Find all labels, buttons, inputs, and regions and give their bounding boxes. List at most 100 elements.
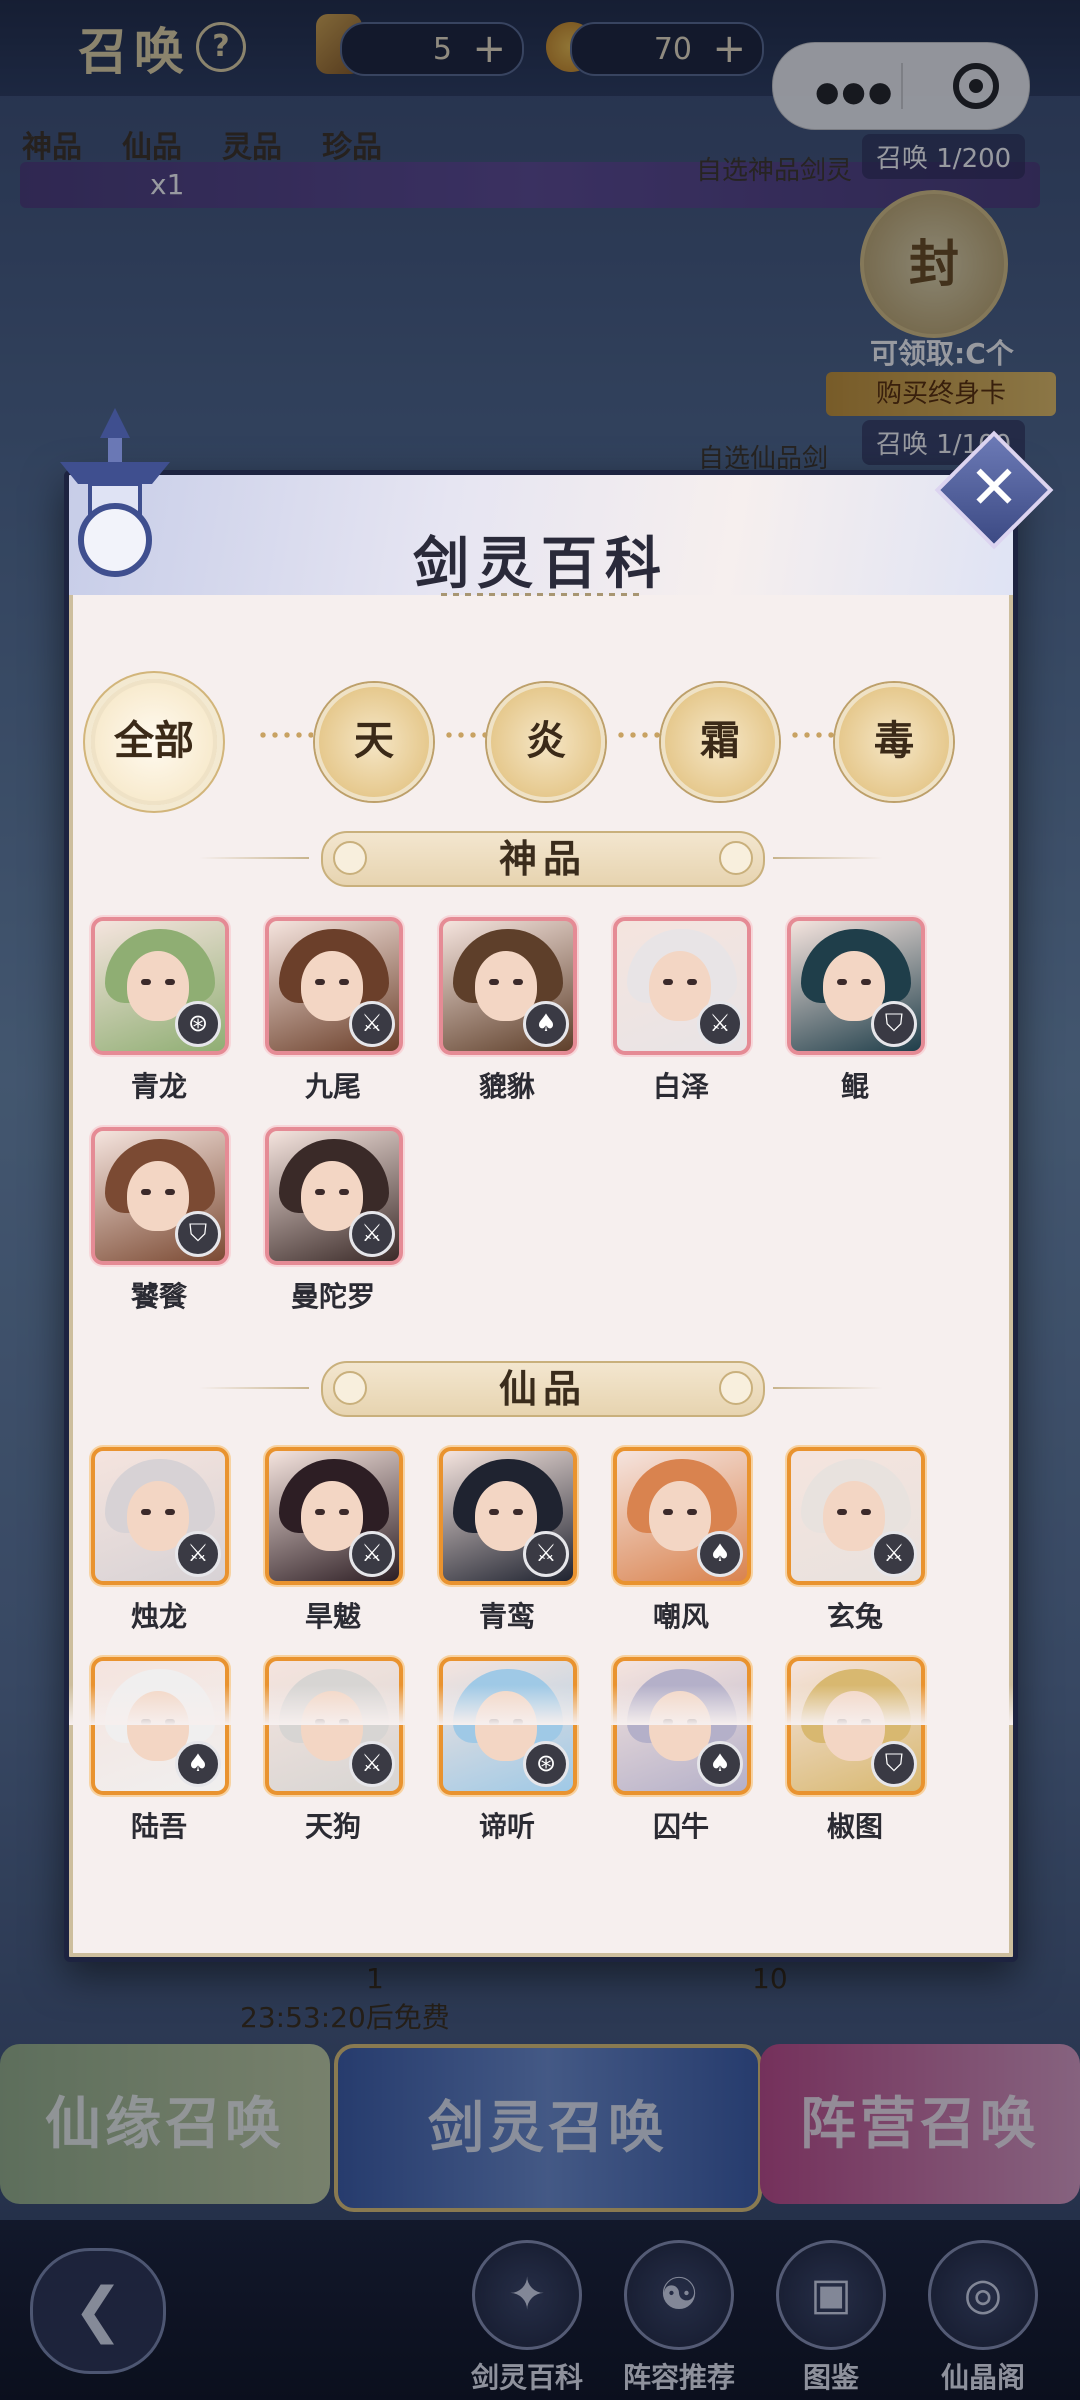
spirit-name: 旱魃 (304, 1600, 361, 1633)
portrait-eye (141, 1189, 151, 1195)
spirit-card[interactable]: ⛉ 饕餮 (91, 1127, 229, 1315)
spirit-portrait: ♠ (613, 1447, 751, 1585)
spirit-name: 囚牛 (652, 1810, 709, 1843)
element-badge-icon: ⛉ (871, 1001, 917, 1047)
spirit-portrait: ⚔ (787, 1447, 925, 1585)
element-badge-icon: ⚔ (871, 1531, 917, 1577)
spirit-card[interactable]: ⚔ 白泽 (613, 917, 751, 1105)
spirit-name: 九尾 (304, 1070, 361, 1103)
spirit-card[interactable]: ⚔ 旱魃 (265, 1447, 403, 1635)
element-badge-icon: ⚔ (697, 1001, 743, 1047)
portrait-eye (339, 1189, 349, 1195)
portrait-eye (141, 1509, 151, 1515)
encyclopedia-modal: 剑灵百科 全部 天 炎 霜 毒 神品 ⊛ 青龙 ⚔ 九尾 ♠ 貔貅 ⚔ 白泽 ⛉ 鲲 ⛉ 饕餮 ⚔ 曼陀罗仙… (64, 470, 1018, 1962)
filter-connector (257, 731, 313, 739)
spirit-card[interactable]: ♠ 貔貅 (439, 917, 577, 1105)
element-badge-icon: ⊛ (523, 1741, 569, 1787)
spirit-name: 天狗 (304, 1810, 361, 1843)
scroll-fade (69, 1685, 1013, 1725)
element-badge-icon: ♠ (523, 1001, 569, 1047)
spirit-name: 鲲 (840, 1070, 869, 1103)
filter-frost[interactable]: 霜 (661, 683, 779, 801)
section-knob-icon (333, 1371, 367, 1405)
spirit-portrait: ⚔ (265, 1127, 403, 1265)
spirit-portrait: ⛉ (787, 917, 925, 1055)
filter-poison[interactable]: 毒 (835, 683, 953, 801)
element-badge-icon: ⚔ (349, 1741, 395, 1787)
spirit-card[interactable]: ⚔ 曼陀罗 (265, 1127, 403, 1315)
filter-heaven[interactable]: 天 (315, 683, 433, 801)
spirit-name: 谛听 (478, 1810, 535, 1843)
section-header: 仙品 (69, 1357, 1013, 1417)
element-badge-icon: ♠ (697, 1531, 743, 1577)
portrait-eye (315, 979, 325, 985)
spirit-card[interactable]: ♠ 嘲风 (613, 1447, 751, 1635)
spirit-portrait: ⚔ (265, 1447, 403, 1585)
spirit-portrait: ♠ (439, 917, 577, 1055)
spirit-name: 白泽 (652, 1070, 709, 1103)
spirit-card[interactable]: ⚔ 玄兔 (787, 1447, 925, 1635)
spirit-name: 貔貅 (478, 1070, 535, 1103)
portrait-eye (315, 1509, 325, 1515)
pagoda-ornament-icon (60, 408, 170, 577)
portrait-eye (861, 979, 871, 985)
spirit-card[interactable]: ⚔ 烛龙 (91, 1447, 229, 1635)
spirit-card[interactable]: ⚔ 九尾 (265, 917, 403, 1105)
spirit-name: 陆吾 (130, 1810, 187, 1843)
spirit-name: 饕餮 (130, 1280, 187, 1313)
spirit-portrait: ⚔ (91, 1447, 229, 1585)
element-badge-icon: ⊛ (175, 1001, 221, 1047)
element-badge-icon: ⚔ (349, 1211, 395, 1257)
element-badge-icon: ⛉ (175, 1211, 221, 1257)
portrait-eye (165, 1509, 175, 1515)
portrait-eye (687, 1509, 697, 1515)
section-knob-icon (333, 841, 367, 875)
portrait-eye (513, 979, 523, 985)
spirit-portrait: ⊛ (91, 917, 229, 1055)
spirit-name: 嘲风 (652, 1600, 709, 1633)
portrait-eye (687, 979, 697, 985)
spirit-portrait: ⛉ (91, 1127, 229, 1265)
spirit-card[interactable]: ⛉ 鲲 (787, 917, 925, 1105)
element-badge-icon: ⚔ (349, 1001, 395, 1047)
portrait-eye (489, 1509, 499, 1515)
spirit-portrait: ♠ (91, 1657, 229, 1795)
portrait-eye (837, 1509, 847, 1515)
spirit-card[interactable]: ⊛ 青龙 (91, 917, 229, 1105)
element-badge-icon: ⚔ (349, 1531, 395, 1577)
spirit-portrait: ⛉ (787, 1657, 925, 1795)
portrait-eye (315, 1189, 325, 1195)
portrait-eye (861, 1509, 871, 1515)
spirit-portrait: ⚔ (265, 917, 403, 1055)
modal-title: 剑灵百科 (413, 531, 669, 597)
spirit-name: 曼陀罗 (290, 1280, 375, 1313)
element-badge-icon: ♠ (175, 1741, 221, 1787)
filter-all[interactable]: 全部 (91, 679, 217, 805)
spirit-name: 烛龙 (130, 1600, 187, 1633)
section-knob-icon (719, 1371, 753, 1405)
section-title: 神品 (321, 831, 765, 887)
portrait-eye (837, 979, 847, 985)
element-badge-icon: ⛉ (871, 1741, 917, 1787)
spirit-name: 椒图 (826, 1810, 883, 1843)
element-badge-icon: ⚔ (523, 1531, 569, 1577)
portrait-eye (663, 979, 673, 985)
title-ornament (441, 593, 641, 596)
spirit-portrait: ⚔ (439, 1447, 577, 1585)
portrait-eye (165, 1189, 175, 1195)
section-title: 仙品 (321, 1361, 765, 1417)
element-badge-icon: ⚔ (175, 1531, 221, 1577)
element-badge-icon: ♠ (697, 1741, 743, 1787)
spirit-portrait: ⚔ (265, 1657, 403, 1795)
portrait-eye (165, 979, 175, 985)
portrait-eye (339, 1509, 349, 1515)
portrait-eye (663, 1509, 673, 1515)
portrait-eye (141, 979, 151, 985)
spirit-portrait: ♠ (613, 1657, 751, 1795)
spirit-card[interactable]: ⚔ 青鸾 (439, 1447, 577, 1635)
close-icon[interactable]: ✕ (952, 448, 1036, 532)
section-header: 神品 (69, 827, 1013, 887)
portrait-eye (339, 979, 349, 985)
spirit-name: 青鸾 (478, 1600, 535, 1633)
filter-flame[interactable]: 炎 (487, 683, 605, 801)
